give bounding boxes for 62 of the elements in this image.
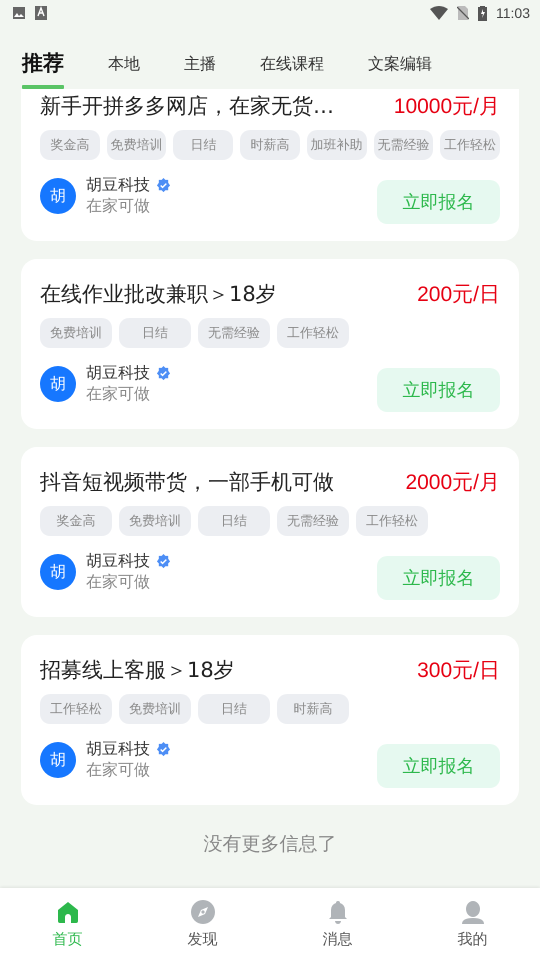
job-tag: 工作轻松 — [40, 694, 112, 724]
category-tab[interactable]: 主播 — [184, 54, 216, 89]
nav-tab[interactable]: 我的 — [405, 888, 540, 960]
end-of-list-text: 没有更多信息了 — [202, 832, 338, 857]
company-name: 胡豆科技 — [86, 363, 150, 384]
job-title: 新手开拼多多网店，在家无货… — [40, 93, 334, 120]
category-tab[interactable]: 文案编辑 — [368, 54, 432, 89]
category-tab[interactable]: 在线课程 — [260, 54, 324, 89]
nav-tab[interactable]: 消息 — [270, 888, 405, 960]
job-tag: 免费培训 — [106, 130, 166, 160]
company-avatar: 胡 — [40, 554, 76, 590]
compass-icon — [190, 899, 216, 925]
job-card[interactable]: 在线作业批改兼职＞18岁 200元/日 免费培训 日结 无需经验 工作轻松 胡 胡豆科技 在家可做 立即报名 — [21, 259, 519, 429]
job-card[interactable]: 新手开拼多多网店，在家无货… 10000元/月 奖金高 免费培训 日结 时薪高 加班补助 无需经验 工作轻松 胡 胡豆科技 在家可做 立即报名 — [21, 89, 519, 241]
job-location: 在家可做 — [86, 760, 151, 781]
job-tag: 日结 — [173, 130, 234, 160]
job-tag: 工作轻松 — [277, 318, 349, 348]
job-tag: 工作轻松 — [356, 506, 428, 536]
job-title: 招募线上客服＞18岁 — [40, 657, 235, 684]
job-location: 在家可做 — [86, 196, 151, 217]
wifi-icon — [430, 6, 448, 20]
company-avatar: 胡 — [40, 366, 76, 402]
job-tag: 日结 — [198, 694, 270, 724]
company-name: 胡豆科技 — [86, 175, 150, 196]
text-icon — [35, 6, 47, 20]
job-salary: 2000元/月 — [405, 470, 500, 496]
job-card[interactable]: 抖音短视频带货，一部手机可做 2000元/月 奖金高 免费培训 日结 无需经验 工作轻松 胡 胡豆科技 在家可做 立即报名 — [21, 447, 519, 617]
company-avatar: 胡 — [40, 742, 76, 778]
job-title: 抖音短视频带货，一部手机可做 — [40, 469, 334, 496]
company-name: 胡豆科技 — [86, 551, 150, 572]
job-tag: 工作轻松 — [440, 130, 500, 160]
image-icon — [12, 6, 26, 20]
job-tag: 奖金高 — [40, 506, 112, 536]
job-tag: 时薪高 — [277, 694, 349, 724]
job-title: 在线作业批改兼职＞18岁 — [40, 281, 277, 308]
job-salary: 300元/日 — [417, 658, 500, 684]
job-tag: 无需经验 — [374, 130, 434, 160]
person-icon — [460, 899, 486, 925]
tab-indicator — [22, 85, 64, 89]
job-salary: 10000元/月 — [394, 94, 500, 120]
job-tag: 免费培训 — [119, 694, 191, 724]
job-tag: 免费培训 — [119, 506, 191, 536]
job-tag: 日结 — [198, 506, 270, 536]
job-tag: 加班补助 — [306, 130, 367, 160]
job-tag: 日结 — [119, 318, 191, 348]
battery-icon — [478, 4, 487, 20]
nav-tab[interactable]: 发现 — [135, 888, 270, 960]
category-tab[interactable]: 本地 — [108, 54, 140, 89]
job-tag: 免费培训 — [40, 318, 112, 348]
job-tag: 奖金高 — [40, 130, 100, 160]
job-salary: 200元/日 — [417, 282, 500, 308]
no-sim-icon — [457, 6, 469, 20]
job-tag: 无需经验 — [198, 318, 270, 348]
company-name: 胡豆科技 — [86, 739, 150, 760]
job-location: 在家可做 — [86, 384, 151, 405]
category-tab[interactable]: 推荐 — [22, 49, 64, 89]
job-card[interactable]: 招募线上客服＞18岁 300元/日 工作轻松 免费培训 日结 时薪高 胡 胡豆科技 在家可做 立即报名 — [21, 635, 519, 805]
job-tag: 时薪高 — [240, 130, 300, 160]
status-time: 11:03 — [496, 4, 530, 20]
company-avatar: 胡 — [40, 178, 76, 214]
job-location: 在家可做 — [86, 572, 151, 593]
job-tag: 无需经验 — [277, 506, 349, 536]
